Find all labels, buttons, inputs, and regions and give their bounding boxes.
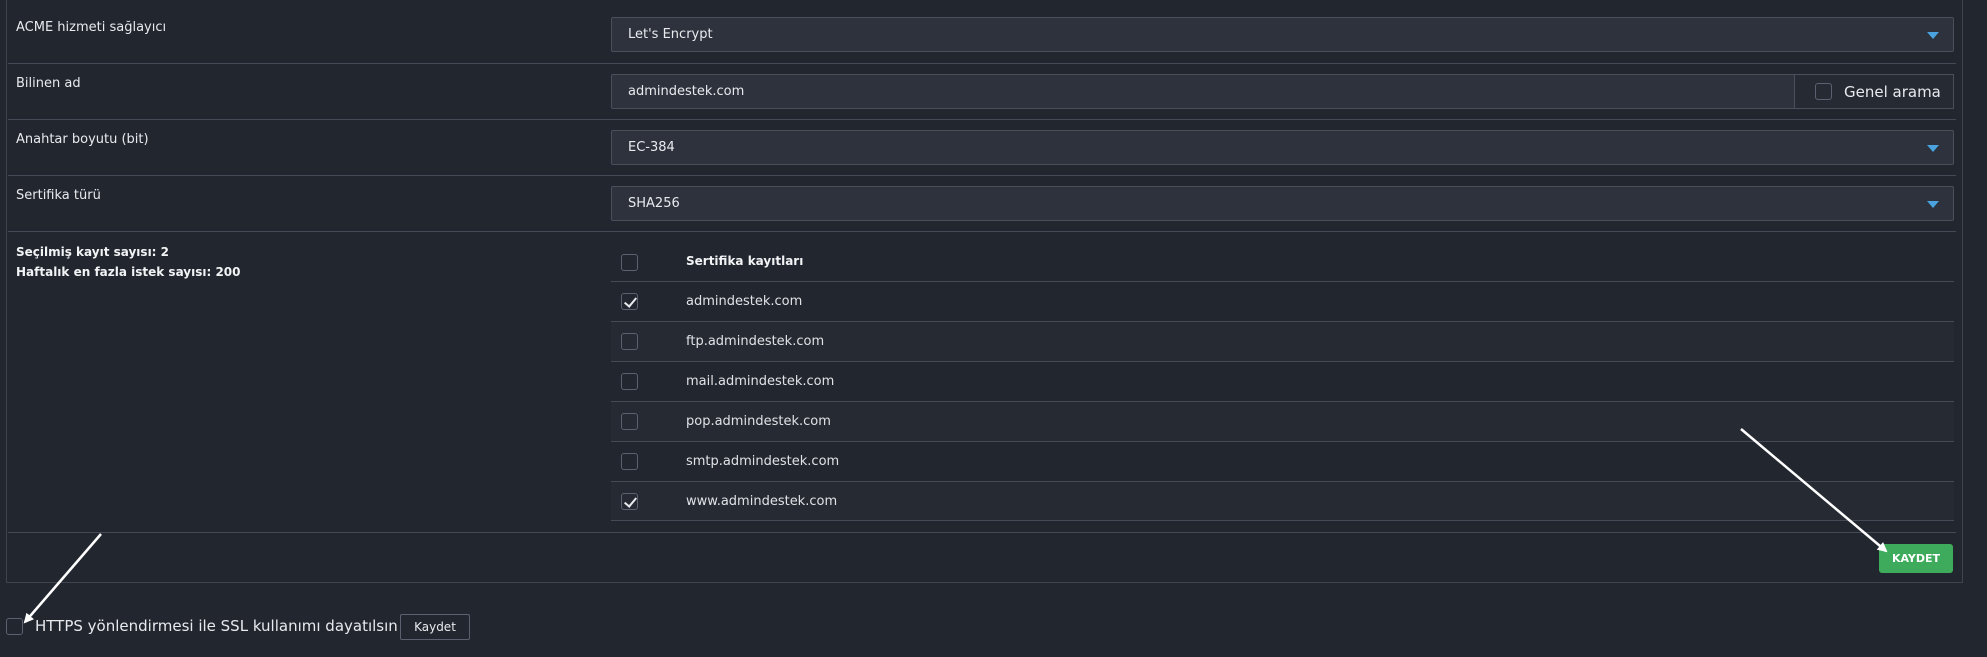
record-domain: www.admindestek.com: [686, 494, 838, 509]
table-row[interactable]: pop.admindestek.com: [611, 401, 1954, 441]
https-save-button[interactable]: Kaydet: [400, 614, 470, 640]
acme-provider-value: Let's Encrypt: [628, 27, 713, 42]
record-domain: smtp.admindestek.com: [686, 454, 840, 469]
row-checkbox-checked[interactable]: [621, 293, 638, 310]
cert-type-label: Sertifika türü: [16, 188, 101, 203]
cert-type-value: SHA256: [628, 196, 680, 211]
https-redirect-checkbox[interactable]: [6, 618, 23, 635]
record-domain: mail.admindestek.com: [686, 374, 835, 389]
table-row[interactable]: smtp.admindestek.com: [611, 441, 1954, 481]
table-row[interactable]: admindestek.com: [611, 281, 1954, 321]
row-checkbox[interactable]: [621, 333, 638, 350]
caret-down-icon: [1927, 32, 1939, 39]
row-divider: [8, 63, 1956, 64]
https-redirect-label: HTTPS yönlendirmesi ile SSL kullanımı da…: [35, 617, 398, 635]
row-checkbox[interactable]: [621, 453, 638, 470]
genel-arama-toggle[interactable]: Genel arama: [1794, 74, 1954, 109]
table-row[interactable]: www.admindestek.com: [611, 481, 1954, 521]
row-divider: [8, 532, 1956, 533]
common-name-input[interactable]: admindestek.com: [611, 74, 1876, 109]
row-divider: [8, 175, 1956, 176]
caret-down-icon: [1927, 201, 1939, 208]
weekly-max-text: Haftalık en fazla istek sayısı: 200: [16, 265, 241, 279]
table-row[interactable]: ftp.admindestek.com: [611, 321, 1954, 361]
select-all-checkbox[interactable]: [621, 254, 638, 271]
record-domain: admindestek.com: [686, 294, 803, 309]
key-size-label: Anahtar boyutu (bit): [16, 132, 149, 147]
row-divider: [8, 231, 1956, 232]
acme-provider-select[interactable]: Let's Encrypt: [611, 17, 1954, 52]
genel-arama-checkbox[interactable]: [1815, 83, 1832, 100]
row-checkbox[interactable]: [621, 413, 638, 430]
caret-down-icon: [1927, 145, 1939, 152]
acme-provider-label: ACME hizmeti sağlayıcı: [16, 20, 167, 35]
records-table-header: Sertifika kayıtları: [611, 243, 1954, 281]
key-size-select[interactable]: EC-384: [611, 130, 1954, 165]
row-divider: [8, 119, 1956, 120]
common-name-label: Bilinen ad: [16, 76, 81, 91]
cert-type-select[interactable]: SHA256: [611, 186, 1954, 221]
record-domain: ftp.admindestek.com: [686, 334, 825, 349]
table-row[interactable]: mail.admindestek.com: [611, 361, 1954, 401]
records-column-header: Sertifika kayıtları: [686, 254, 804, 268]
row-checkbox[interactable]: [621, 373, 638, 390]
record-domain: pop.admindestek.com: [686, 414, 831, 429]
row-checkbox-checked[interactable]: [621, 493, 638, 510]
selected-count-text: Seçilmiş kayıt sayısı: 2: [16, 245, 170, 259]
key-size-value: EC-384: [628, 140, 675, 155]
genel-arama-label: Genel arama: [1844, 82, 1941, 101]
save-button[interactable]: KAYDET: [1879, 544, 1953, 573]
common-name-value: admindestek.com: [628, 84, 745, 99]
